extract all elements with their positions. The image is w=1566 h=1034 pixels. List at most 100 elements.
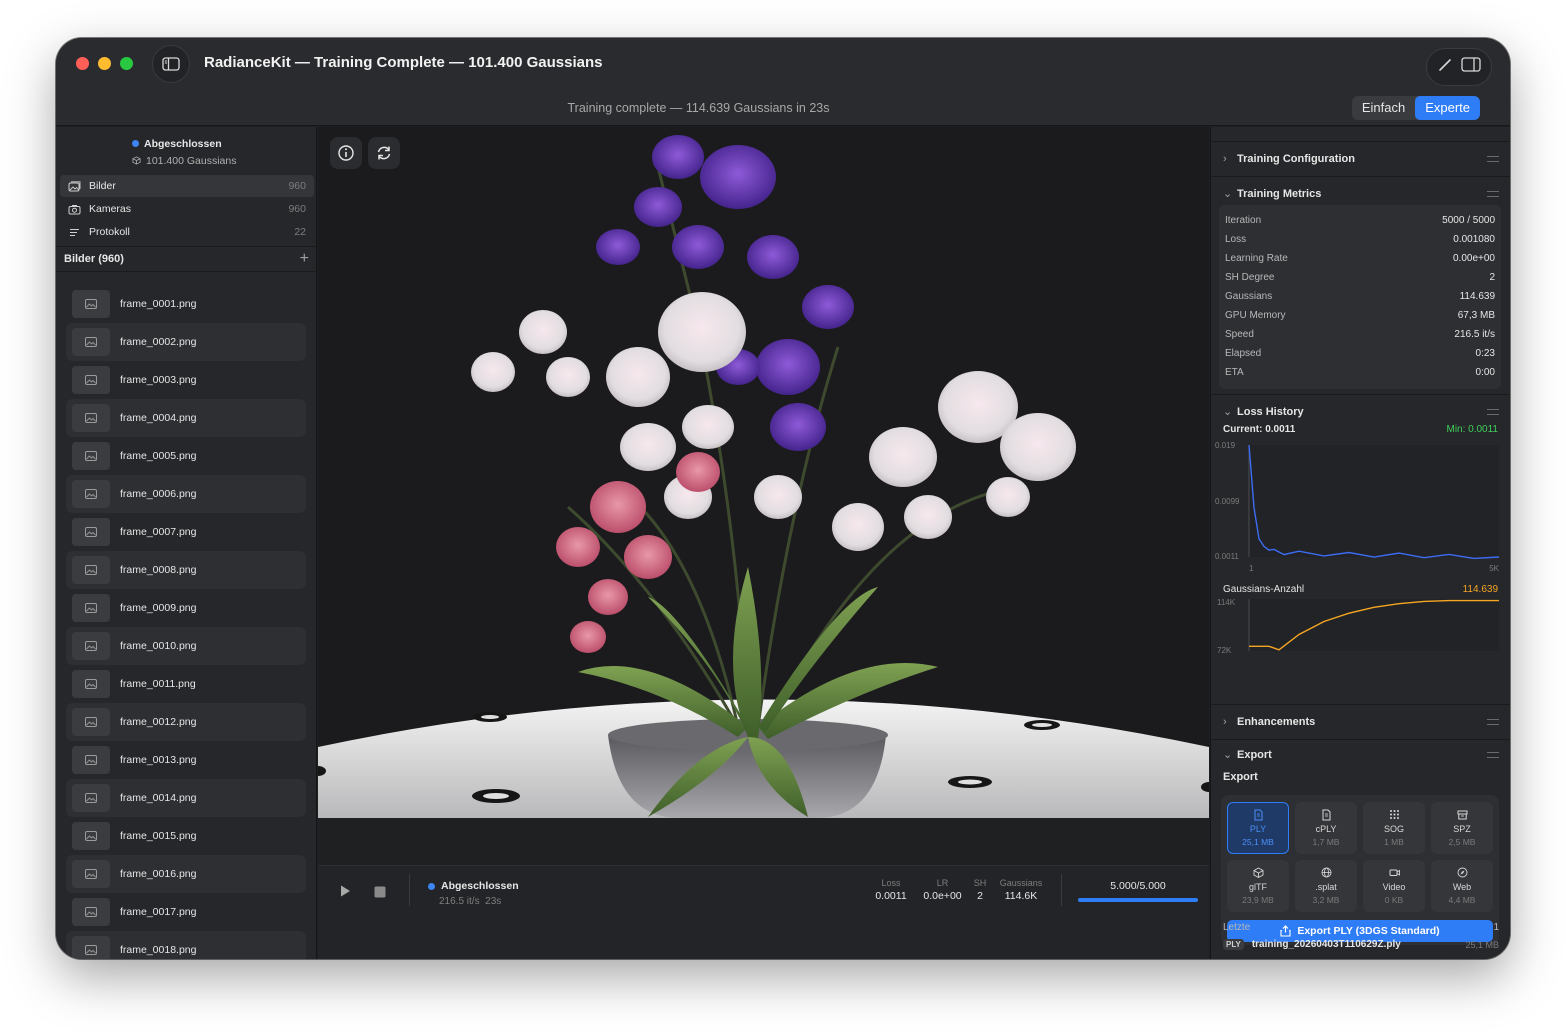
export-header[interactable]: ⌄ Export xyxy=(1211,739,1510,769)
chevron-right-icon: › xyxy=(1223,715,1227,728)
format-option-ply[interactable]: PLY 25,1 MB xyxy=(1227,802,1289,854)
drag-handle-icon[interactable] xyxy=(1487,718,1499,725)
metric-gaussians: Gaussians 114.6K xyxy=(999,878,1043,902)
mode-expert-tab[interactable]: Experte xyxy=(1415,96,1480,120)
sidebar-item-kameras[interactable]: Kameras 960 xyxy=(60,198,314,220)
format-option-splat[interactable]: .splat 3,2 MB xyxy=(1295,860,1357,912)
inspector-toggle-button[interactable] xyxy=(1461,57,1481,77)
metric-row: Learning Rate 0.00e+00 xyxy=(1225,249,1495,268)
zoom-window-button[interactable] xyxy=(120,57,133,70)
minimize-window-button[interactable] xyxy=(98,57,111,70)
edit-button[interactable] xyxy=(1437,57,1453,78)
divider xyxy=(409,874,410,906)
sidebar-item-protokoll[interactable]: Protokoll 22 xyxy=(60,221,314,243)
metric-value: 114.639 xyxy=(1459,291,1495,302)
format-name: SOG xyxy=(1383,824,1404,834)
recent-file-name: training_20260403T110629Z.ply xyxy=(1251,939,1401,950)
file-list-item[interactable]: frame_0005.png xyxy=(66,437,306,475)
file-list-item[interactable]: frame_0004.png xyxy=(66,399,306,437)
file-list-item[interactable]: frame_0013.png xyxy=(66,741,306,779)
drag-handle-icon[interactable] xyxy=(1487,751,1499,758)
format-option-gltf[interactable]: glTF 23,9 MB xyxy=(1227,860,1289,912)
format-name: Web xyxy=(1452,882,1472,892)
recent-export-row[interactable]: PLY training_20260403T110629Z.ply 25,1 M… xyxy=(1223,939,1499,950)
file-type-badge: PLY xyxy=(1223,939,1244,950)
training-configuration-header[interactable]: › Training Configuration xyxy=(1211,141,1510,175)
format-option-cply[interactable]: cPLY 1,7 MB xyxy=(1295,802,1357,854)
reset-view-button[interactable] xyxy=(368,137,400,169)
enhancements-header[interactable]: › Enhancements xyxy=(1211,704,1510,738)
file-list-item[interactable]: frame_0018.png xyxy=(66,931,306,959)
speed-text: 216.5 it/s xyxy=(439,896,480,907)
file-list-item[interactable]: frame_0002.png xyxy=(66,323,306,361)
section-title: Bilder (960) xyxy=(64,253,124,265)
format-option-spz[interactable]: SPZ 2,5 MB xyxy=(1431,802,1493,854)
document-icon xyxy=(1254,809,1262,821)
project-status: Abgeschlossen 101.400 Gaussians xyxy=(132,135,236,169)
cube-icon xyxy=(132,156,141,165)
image-thumbnail-icon xyxy=(72,632,110,660)
format-option-web[interactable]: Web 4,4 MB xyxy=(1431,860,1493,912)
file-name: frame_0001.png xyxy=(120,298,197,310)
window-title: RadianceKit — Training Complete — 101.40… xyxy=(204,54,603,71)
file-list-item[interactable]: frame_0006.png xyxy=(66,475,306,513)
play-button[interactable] xyxy=(338,884,352,903)
document-icon xyxy=(1322,809,1330,821)
gaussians-count-chart: 114K 72K xyxy=(1217,598,1499,655)
metric-row: ETA 0:00 xyxy=(1225,363,1495,382)
globe-icon xyxy=(1321,867,1331,878)
drag-handle-icon[interactable] xyxy=(1487,190,1499,197)
file-list-item[interactable]: frame_0011.png xyxy=(66,665,306,703)
stop-icon xyxy=(374,886,386,898)
chevron-down-icon: ⌄ xyxy=(1223,188,1233,200)
grid-icon xyxy=(1389,810,1399,819)
file-name: frame_0012.png xyxy=(120,716,197,728)
close-window-button[interactable] xyxy=(76,57,89,70)
file-list-item[interactable]: frame_0014.png xyxy=(66,779,306,817)
add-image-button[interactable]: + xyxy=(300,250,309,268)
file-list-item[interactable]: frame_0003.png xyxy=(66,361,306,399)
format-option-video[interactable]: Video 0 KB xyxy=(1363,860,1425,912)
sidebar-item-bilder[interactable]: Bilder 960 xyxy=(60,175,314,197)
image-thumbnail-icon xyxy=(72,860,110,888)
file-list-item[interactable]: frame_0008.png xyxy=(66,551,306,589)
iteration-progress: 5.000/5.000 xyxy=(1078,880,1198,902)
file-list-item[interactable]: frame_0017.png xyxy=(66,893,306,931)
divider xyxy=(1061,874,1062,906)
file-name: frame_0008.png xyxy=(120,564,197,576)
file-list-item[interactable]: frame_0016.png xyxy=(66,855,306,893)
stop-button[interactable] xyxy=(374,885,386,903)
3d-viewport[interactable] xyxy=(318,127,1209,818)
drag-handle-icon[interactable] xyxy=(1487,408,1499,415)
format-option-sog[interactable]: SOG 1 MB xyxy=(1363,802,1425,854)
file-list: frame_0001.png frame_0002.png frame_0003.p… xyxy=(66,285,306,959)
file-list-item[interactable]: frame_0015.png xyxy=(66,817,306,855)
metric-row: Iteration 5000 / 5000 xyxy=(1225,211,1495,230)
x-tick-label: 1 xyxy=(1249,564,1254,573)
gaussian-count: 101.400 Gaussians xyxy=(146,154,237,167)
format-name: Video xyxy=(1382,882,1406,892)
format-size: 1 MB xyxy=(1384,837,1404,847)
file-list-item[interactable]: frame_0009.png xyxy=(66,589,306,627)
scene-render xyxy=(318,127,1209,818)
progress-bar xyxy=(1078,898,1198,902)
format-size: 25,1 MB xyxy=(1242,837,1274,847)
metric-value: 0.001080 xyxy=(1453,234,1495,245)
sidebar-item-label: Bilder xyxy=(89,180,116,192)
file-list-item[interactable]: frame_0007.png xyxy=(66,513,306,551)
file-list-item[interactable]: frame_0001.png xyxy=(66,285,306,323)
chart-plot-area xyxy=(1249,445,1499,557)
info-button[interactable] xyxy=(330,137,362,169)
metric-lr: LR 0.0e+00 xyxy=(923,878,962,902)
file-list-item[interactable]: frame_0010.png xyxy=(66,627,306,665)
metric-sh: SH 2 xyxy=(973,878,987,902)
image-thumbnail-icon xyxy=(72,556,110,584)
mode-simple-tab[interactable]: Einfach xyxy=(1352,96,1415,120)
loss-history-header[interactable]: ⌄ Loss History xyxy=(1211,394,1510,428)
image-thumbnail-icon xyxy=(72,746,110,774)
file-list-item[interactable]: frame_0012.png xyxy=(66,703,306,741)
time-text: 23s xyxy=(485,896,502,907)
sidebar-toggle-button[interactable] xyxy=(152,45,190,83)
progress-text: 5.000/5.000 xyxy=(1110,880,1166,892)
drag-handle-icon[interactable] xyxy=(1487,155,1499,162)
